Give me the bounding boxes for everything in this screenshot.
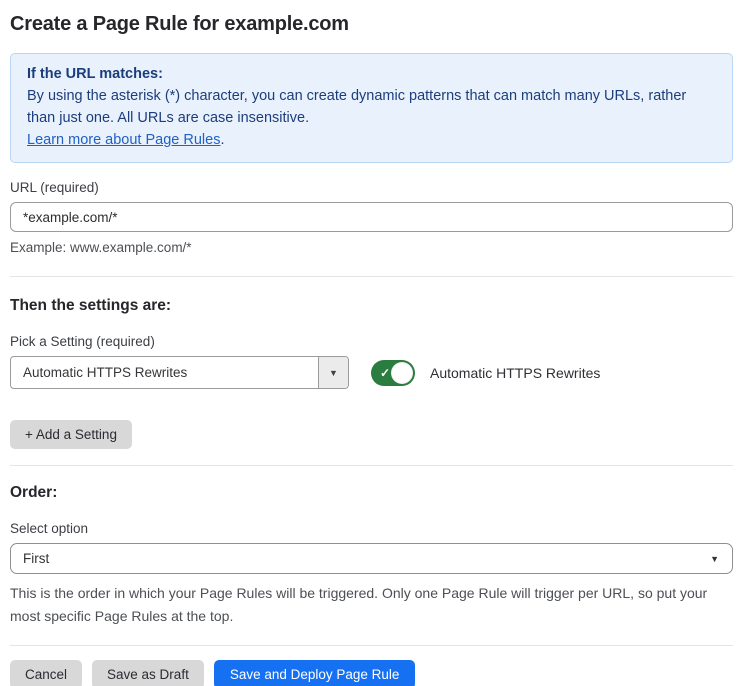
- order-select-value: First: [23, 551, 50, 566]
- order-select[interactable]: First ▼: [10, 543, 733, 574]
- info-box-heading: If the URL matches:: [27, 66, 163, 82]
- url-matches-info-box: If the URL matches: By using the asteris…: [10, 53, 733, 163]
- setting-toggle[interactable]: ✓: [371, 359, 415, 386]
- footer-actions: Cancel Save as Draft Save and Deploy Pag…: [10, 660, 733, 686]
- order-helper: This is the order in which your Page Rul…: [10, 585, 708, 624]
- setting-row: Automatic HTTPS Rewrites ▼ ✓ Automatic H…: [10, 356, 733, 389]
- learn-more-link[interactable]: Learn more about Page Rules: [27, 132, 220, 148]
- page-title: Create a Page Rule for example.com: [10, 13, 349, 35]
- check-icon: ✓: [380, 365, 391, 380]
- chevron-down-icon: ▼: [329, 367, 338, 378]
- divider: [10, 465, 733, 466]
- order-heading: Order:: [10, 484, 58, 501]
- settings-heading: Then the settings are:: [10, 297, 172, 314]
- link-suffix: .: [220, 132, 225, 148]
- toggle-label: Automatic HTTPS Rewrites: [430, 364, 601, 381]
- setting-select-arrow-button[interactable]: ▼: [318, 357, 348, 388]
- setting-select-value: Automatic HTTPS Rewrites: [23, 365, 188, 380]
- save-and-deploy-button[interactable]: Save and Deploy Page Rule: [213, 660, 416, 686]
- setting-select[interactable]: Automatic HTTPS Rewrites ▼: [10, 356, 349, 389]
- divider: [10, 276, 733, 277]
- url-helper: Example: www.example.com/*: [10, 240, 192, 255]
- info-box-body: By using the asterisk (*) character, you…: [27, 88, 687, 126]
- pick-setting-label: Pick a Setting (required): [10, 334, 155, 349]
- add-setting-button[interactable]: + Add a Setting: [10, 420, 132, 449]
- order-select-label: Select option: [10, 521, 89, 536]
- url-input[interactable]: [10, 202, 733, 232]
- toggle-knob: [391, 361, 413, 384]
- cancel-button[interactable]: Cancel: [10, 660, 83, 686]
- chevron-down-icon: ▼: [710, 553, 719, 564]
- save-as-draft-button[interactable]: Save as Draft: [92, 660, 204, 686]
- divider: [10, 645, 733, 646]
- url-label: URL (required): [10, 180, 99, 195]
- info-box-link-line: Learn more about Page Rules.: [27, 129, 716, 151]
